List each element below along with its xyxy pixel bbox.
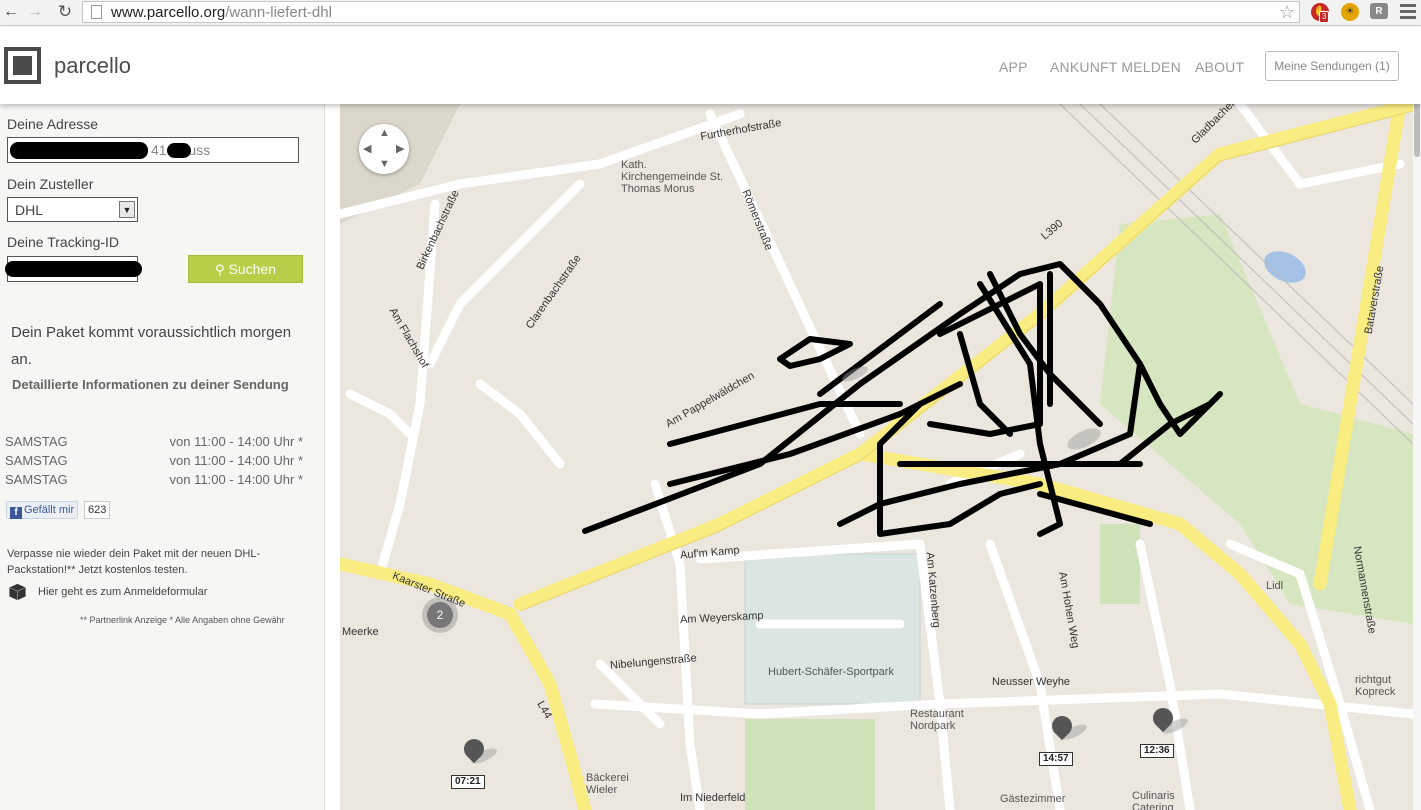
url-text: www.parcello.org/wann-liefert-dhl: [111, 4, 332, 21]
road-label: Im Niederfeld: [680, 792, 746, 804]
map-pin-icon: [459, 734, 489, 764]
poi-label: Lidl: [1266, 580, 1284, 592]
poi-label: Bäckerei Wieler: [586, 772, 629, 796]
address-bar[interactable]: www.parcello.org/wann-liefert-dhl ☆: [82, 1, 1300, 23]
map-canvas[interactable]: [340, 104, 1413, 810]
facebook-icon: f: [10, 507, 22, 519]
menu-icon[interactable]: [1400, 4, 1416, 20]
poi-label: richtgut Kopreck: [1355, 674, 1396, 698]
pan-up-icon: ▲: [379, 127, 390, 139]
road-label: Meerke: [342, 626, 379, 638]
bookmark-star-icon[interactable]: ☆: [1279, 2, 1295, 22]
nav-app[interactable]: APP: [999, 59, 1028, 75]
forward-icon[interactable]: →: [24, 2, 46, 22]
schedule-row: SAMSTAG von 11:00 - 14:00 Uhr *: [5, 434, 303, 449]
page-icon: [91, 5, 102, 19]
reload-icon[interactable]: ↻: [54, 2, 76, 22]
redaction-scribble: [167, 143, 191, 158]
tracking-label: Deine Tracking-ID: [7, 234, 120, 250]
delivery-pin[interactable]: 07:21: [451, 734, 489, 794]
address-input[interactable]: 41 Neuss: [7, 137, 299, 163]
extension-icon[interactable]: ☀: [1341, 3, 1359, 21]
carrier-select[interactable]: DHL ▼: [7, 197, 138, 222]
nav-ankunft-melden[interactable]: ANKUNFT MELDEN: [1050, 59, 1181, 75]
delivery-pin[interactable]: 12:36: [1140, 703, 1178, 763]
packstation-promo-text: Verpasse nie wieder dein Paket mit der n…: [7, 548, 261, 576]
logo-icon[interactable]: [4, 47, 41, 84]
back-icon[interactable]: ←: [0, 2, 22, 22]
package-icon: [9, 583, 26, 601]
search-icon: ⚲: [214, 262, 225, 277]
extension-r-icon[interactable]: R: [1370, 3, 1388, 19]
map-pin-icon: [1047, 711, 1077, 741]
map-pin-icon: [1148, 703, 1178, 733]
logo-text[interactable]: parcello: [54, 53, 131, 79]
pin-time-label: 14:57: [1039, 752, 1073, 766]
browser-toolbar: ← → ↻ www.parcello.org/wann-liefert-dhl …: [0, 0, 1421, 26]
schedule-row: SAMSTAG von 11:00 - 14:00 Uhr *: [5, 453, 303, 468]
carrier-label: Dein Zusteller: [7, 176, 94, 192]
pan-right-icon: ▶: [396, 143, 405, 155]
poi-label: Kath. Kirchengemeinde St. Thomas Morus: [621, 159, 724, 195]
poi-label: Restaurant Nordpark: [910, 708, 964, 732]
sidebar: Deine Adresse 41 Neuss Dein Zusteller DH…: [0, 104, 325, 810]
facebook-like-count: 623: [84, 501, 111, 519]
carrier-value: DHL: [15, 202, 44, 218]
pin-time-label: 12:36: [1140, 744, 1174, 758]
schedule-row: SAMSTAG von 11:00 - 14:00 Uhr *: [5, 472, 303, 487]
address-label: Deine Adresse: [7, 116, 99, 132]
marker-cluster[interactable]: 2: [427, 602, 453, 628]
nav-about[interactable]: ABOUT: [1195, 59, 1244, 75]
page-scrollbar[interactable]: [1413, 27, 1421, 810]
poi-label: Culinaris Catering: [1132, 790, 1175, 810]
tracking-id-input[interactable]: [5, 256, 142, 282]
road-label: Neusser Weyhe: [992, 676, 1071, 688]
map-pan-control[interactable]: ▲ ▼ ◀ ▶: [359, 124, 409, 174]
search-button[interactable]: ⚲ Suchen: [188, 255, 303, 283]
map[interactable]: ▲ ▼ ◀ ▶ 2 07:21 14:57 12:36 Furtherhofst…: [340, 104, 1413, 810]
delivery-pin[interactable]: 14:57: [1039, 711, 1077, 771]
poi-label: Hubert-Schäfer-Sportpark: [768, 666, 894, 678]
poi-label: Gästezimmer: [1000, 793, 1066, 805]
site-header: parcello APP ANKUNFT MELDEN ABOUT Meine …: [0, 27, 1421, 104]
delivery-message: Dein Paket kommt voraussichtlich morgen …: [11, 324, 292, 368]
adblock-badge: 3: [1319, 11, 1330, 23]
pan-left-icon: ◀: [363, 143, 372, 155]
redaction-scribble: [5, 261, 142, 277]
pan-down-icon: ▼: [379, 158, 390, 170]
chevron-down-icon[interactable]: ▼: [119, 201, 135, 218]
details-link[interactable]: Detaillierte Informationen zu deiner Sen…: [12, 377, 289, 392]
redaction-scribble: [10, 142, 148, 159]
pin-time-label: 07:21: [451, 775, 485, 789]
facebook-like-button[interactable]: f Gefällt mir: [6, 501, 78, 519]
disclaimer: ** Partnerlink Anzeige * Alle Angaben oh…: [80, 615, 285, 625]
meine-sendungen-button[interactable]: Meine Sendungen (1): [1265, 51, 1399, 81]
